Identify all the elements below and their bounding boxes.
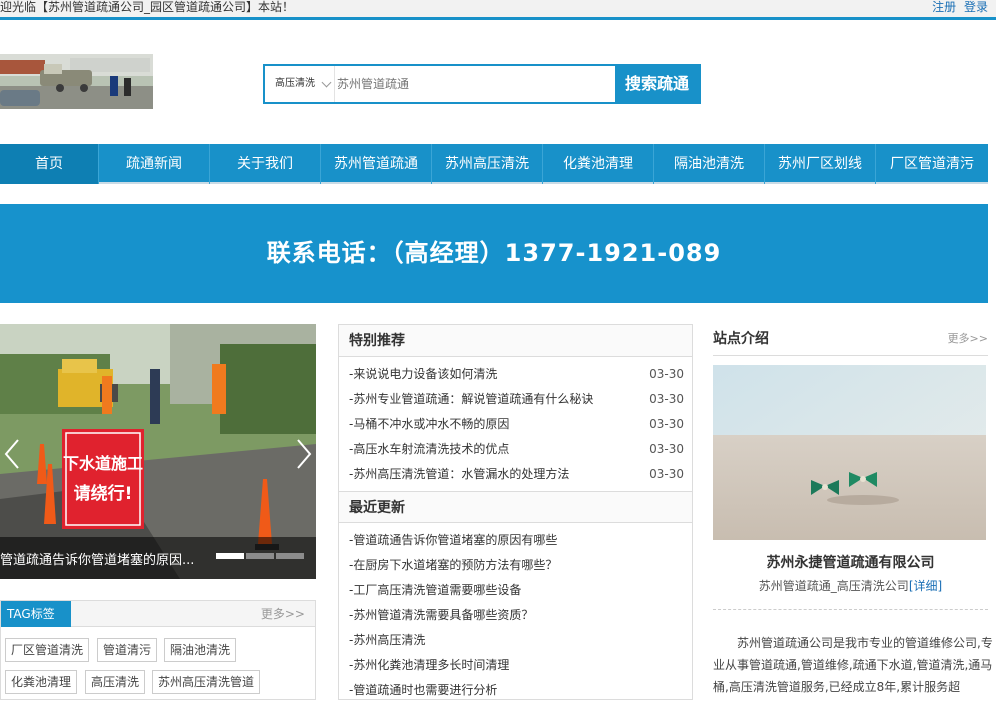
news-item-date: 03-30 (649, 392, 684, 406)
slider-dot-2[interactable] (246, 553, 274, 559)
nav-item-line-marking[interactable]: 苏州厂区划线 (765, 144, 876, 184)
recent-item[interactable]: -苏州化粪池清理多长时间清理 (349, 653, 684, 678)
company-subtitle-text: 苏州管道疏通_高压清洗公司 (758, 579, 909, 593)
news-item[interactable]: -马桶不冲水或冲水不畅的原因 03-30 (349, 412, 684, 437)
recent-item[interactable]: -管道疏通时也需要进行分析 (349, 678, 684, 703)
nav-item-pipe-dredging[interactable]: 苏州管道疏通 (321, 144, 432, 184)
top-bar: 迎光临【苏州管道疏通公司_园区管道疏通公司】本站！ 注册 登录 (0, 0, 996, 20)
news-item-date: 03-30 (649, 367, 684, 381)
recent-item[interactable]: -管道疏通告诉你管道堵塞的原因有哪些 (349, 528, 684, 553)
nav-item-septic-tank[interactable]: 化粪池清理 (543, 144, 654, 184)
slide-caption[interactable]: 管道疏通告诉你管道堵塞的原因... (0, 549, 194, 568)
intro-more-link[interactable]: 更多>> (948, 324, 988, 354)
site-logo[interactable] (0, 54, 153, 109)
register-link[interactable]: 注册 (932, 0, 956, 14)
tag-item[interactable]: 厂区管道清洗 (5, 638, 90, 662)
welcome-text: 迎光临【苏州管道疏通公司_园区管道疏通公司】本站！ (0, 0, 295, 14)
slide-caption-bar: 管道疏通告诉你管道堵塞的原因... (0, 537, 316, 579)
image-slider[interactable]: 下水道施工 请绕行! 管道疏通告诉你管道堵塞的原因... (0, 324, 316, 579)
company-subtitle: 苏州管道疏通_高压清洗公司[详细] (713, 577, 988, 594)
nav-item-news[interactable]: 疏通新闻 (99, 144, 210, 184)
news-item-date: 03-30 (649, 442, 684, 456)
tag-item[interactable]: 隔油池清洗 (164, 638, 237, 662)
news-item-title: -来说说电力设备该如何清洗 (349, 367, 498, 381)
logo-photo (0, 54, 153, 109)
special-header: 特别推荐 (339, 325, 692, 357)
slide-sign-line-2: 请绕行! (74, 483, 133, 504)
nav-item-grease-trap[interactable]: 隔油池清洗 (654, 144, 765, 184)
tag-item[interactable]: 高压清洗 (85, 670, 146, 694)
recent-title: 最近更新 (349, 500, 405, 516)
search-type-label: 高压清洗 (275, 78, 315, 89)
search-bar: 高压清洗 搜索疏通 (263, 64, 701, 104)
company-name: 苏州永捷管道疏通有限公司 (766, 555, 935, 571)
detail-link[interactable]: [详细] (909, 579, 942, 593)
nav-item-high-pressure[interactable]: 苏州高压清洗 (432, 144, 543, 184)
recent-item[interactable]: -工厂高压清洗管道需要哪些设备 (349, 578, 684, 603)
contact-banner: 联系电话：（高经理）1377-1921-089 (0, 204, 988, 303)
intro-header: 站点介绍 更多>> (713, 324, 988, 356)
slider-dot-1[interactable] (216, 553, 244, 559)
intro-photo (713, 365, 986, 540)
news-item-title: -马桶不冲水或冲水不畅的原因 (349, 417, 510, 431)
news-item-date: 03-30 (649, 417, 684, 431)
login-link[interactable]: 登录 (964, 0, 988, 14)
user-links: 注册 登录 (928, 0, 988, 14)
slider-dots (216, 553, 306, 559)
news-panel: 特别推荐 -来说说电力设备该如何清洗 03-30 -苏州专业管道疏通：解说管道疏… (338, 324, 693, 700)
recent-item[interactable]: -苏州管道清洗需要具备哪些资质？ (349, 603, 684, 628)
search-button[interactable]: 搜索疏通 (615, 66, 699, 102)
site-intro-panel: 站点介绍 更多>> 苏州永捷管道疏通有限公司 苏州管道疏通_高压清洗公司[详细]… (713, 324, 996, 700)
recent-item[interactable]: -苏州高压清洗 (349, 628, 684, 653)
tag-more-link[interactable]: 更多>> (261, 601, 305, 627)
slider-dot-3[interactable] (276, 553, 304, 559)
search-input[interactable] (337, 70, 607, 98)
tag-item[interactable]: 管道清污 (97, 638, 158, 662)
tag-item[interactable]: 苏州高压清洗管道 (152, 670, 261, 694)
tag-panel-title: TAG标签 (1, 601, 71, 627)
news-item[interactable]: -高压水车射流清洗技术的优点 03-30 (349, 437, 684, 462)
slider-prev-arrow-icon[interactable] (2, 434, 24, 474)
news-item[interactable]: -苏州高压清洗管道：水管漏水的处理方法 03-30 (349, 462, 684, 487)
search-type-select[interactable]: 高压清洗 (265, 66, 335, 102)
divider (713, 609, 988, 610)
news-item[interactable]: -苏州专业管道疏通：解说管道疏通有什么秘诀 03-30 (349, 387, 684, 412)
news-item-title: -苏州专业管道疏通：解说管道疏通有什么秘诀 (349, 392, 594, 406)
main-nav: 首页 疏通新闻 关于我们 苏州管道疏通 苏州高压清洗 化粪池清理 隔油池清洗 苏… (0, 144, 988, 184)
slide-sign-line-1: 下水道施工 (63, 454, 143, 473)
chevron-down-icon (321, 77, 332, 88)
news-item[interactable]: -来说说电力设备该如何清洗 03-30 (349, 362, 684, 387)
news-item-title: -高压水车射流清洗技术的优点 (349, 442, 510, 456)
tag-panel: TAG标签 更多>> 厂区管道清洗 管道清污 隔油池清洗 化粪池清理 高压清洗 … (0, 600, 316, 700)
contact-phone: 联系电话：（高经理）1377-1921-089 (266, 239, 722, 267)
news-item-date: 03-30 (649, 467, 684, 481)
intro-description: 苏州管道疏通公司是我市专业的管道维修公司,专业从事管道疏通,管道维修,疏通下水道… (713, 636, 993, 694)
nav-item-about[interactable]: 关于我们 (210, 144, 321, 184)
slider-next-arrow-icon[interactable] (292, 434, 314, 474)
recent-item[interactable]: -在厨房下水道堵塞的预防方法有哪些？ (349, 553, 684, 578)
tag-item[interactable]: 化粪池清理 (5, 670, 78, 694)
recent-header: 最近更新 (339, 491, 692, 523)
nav-item-home[interactable]: 首页 (0, 144, 99, 184)
nav-item-factory-pipe[interactable]: 厂区管道清污 (876, 144, 988, 184)
tag-panel-header: TAG标签 更多>> (1, 601, 315, 627)
special-title: 特别推荐 (349, 333, 405, 349)
intro-title: 站点介绍 (713, 331, 769, 347)
news-item-title: -苏州高压清洗管道：水管漏水的处理方法 (349, 467, 570, 481)
